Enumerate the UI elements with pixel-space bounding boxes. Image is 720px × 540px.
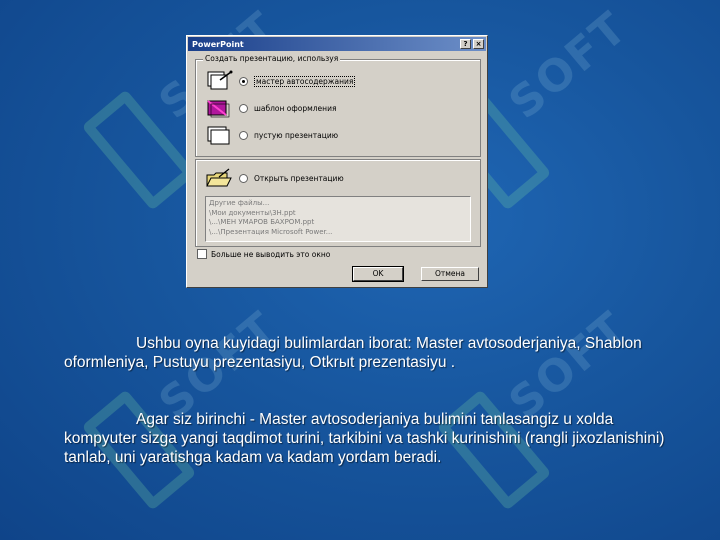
- cancel-button[interactable]: Отмена: [421, 267, 479, 281]
- option-blank-label: пустую презентацию: [254, 130, 339, 140]
- wizard-icon: [205, 70, 233, 92]
- option-open[interactable]: Открыть презентацию: [205, 167, 344, 189]
- description-text: Ushbu oyna kuyidagi bulimlardan iborat: …: [64, 334, 684, 372]
- recent-file-item[interactable]: \...\МЕН УМАРОВ БАХРОМ.ppt: [209, 218, 467, 228]
- description-text-2: Agar siz birinchi - Master avtosoderjani…: [64, 410, 684, 467]
- paragraph-2-text: Agar siz birinchi - Master avtosoderjani…: [64, 411, 665, 466]
- option-autocontent-label: мастер автосодержания: [254, 75, 356, 87]
- dont-show-label: Больше не выводить это окно: [211, 249, 331, 259]
- template-icon: [205, 97, 233, 119]
- radio-blank[interactable]: [239, 130, 248, 140]
- option-open-label: Открыть презентацию: [254, 173, 344, 183]
- option-autocontent[interactable]: мастер автосодержания: [205, 70, 356, 92]
- help-button[interactable]: ?: [460, 39, 471, 49]
- recent-file-item[interactable]: Другие файлы...: [209, 199, 467, 209]
- option-blank[interactable]: пустую презентацию: [205, 124, 338, 146]
- ok-button[interactable]: OK: [352, 266, 404, 282]
- paragraph-1-text: Ushbu oyna kuyidagi bulimlardan iborat: …: [64, 335, 642, 371]
- watermark-text: SOFT: [499, 1, 638, 130]
- open-folder-icon: [205, 167, 233, 189]
- recent-files-list[interactable]: Другие файлы... \Мои документы\3Н.ppt \.…: [205, 196, 471, 242]
- radio-template[interactable]: [239, 103, 248, 113]
- paragraph-2: Agar siz birinchi - Master avtosoderjani…: [64, 410, 684, 467]
- blank-presentation-icon: [205, 124, 233, 146]
- title-bar: PowerPoint ? ×: [188, 37, 486, 51]
- radio-open[interactable]: [239, 173, 248, 183]
- dont-show-checkbox[interactable]: [197, 249, 207, 259]
- recent-file-item[interactable]: \Мои документы\3Н.ppt: [209, 209, 467, 219]
- paragraph-1: Ushbu oyna kuyidagi bulimlardan iborat: …: [64, 334, 684, 372]
- option-template[interactable]: шаблон оформления: [205, 97, 336, 119]
- dialog-title: PowerPoint: [192, 39, 244, 49]
- close-button[interactable]: ×: [473, 39, 484, 49]
- powerpoint-dialog: PowerPoint ? × Создать презентацию, испо…: [186, 35, 488, 288]
- create-group-label: Создать презентацию, используя: [203, 54, 341, 63]
- recent-file-item[interactable]: \...\Презентация Microsoft Power...: [209, 228, 467, 238]
- option-template-label: шаблон оформления: [254, 103, 337, 113]
- dont-show-checkbox-row[interactable]: Больше не выводить это окно: [197, 249, 330, 259]
- radio-autocontent[interactable]: [239, 76, 248, 86]
